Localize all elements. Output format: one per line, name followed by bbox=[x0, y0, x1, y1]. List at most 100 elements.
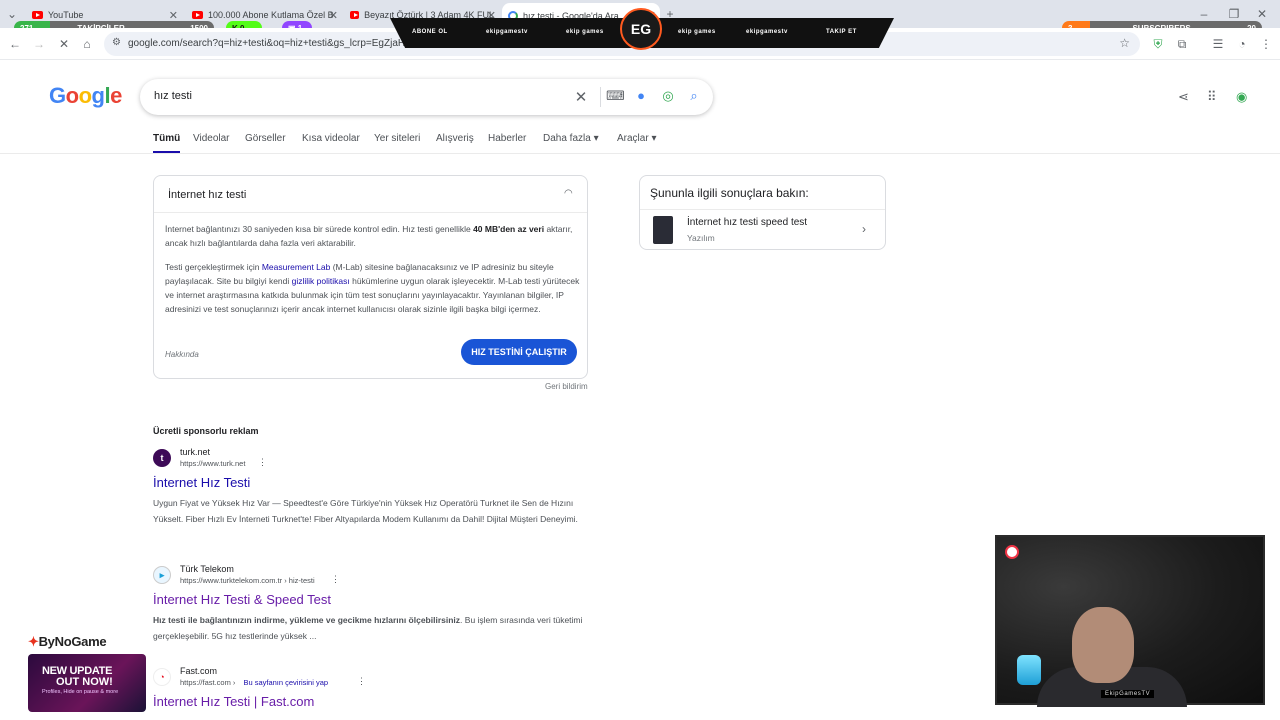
banner-item: TAKIP ET bbox=[826, 29, 857, 35]
tab-shopping[interactable]: Alışveriş bbox=[436, 133, 474, 144]
forward-icon[interactable]: → bbox=[31, 36, 47, 52]
app-thumbnail[interactable] bbox=[653, 216, 673, 244]
header-divider bbox=[0, 153, 1280, 154]
site-info-icon[interactable]: ⚙ bbox=[112, 37, 121, 48]
close-icon[interactable]: ✕ bbox=[169, 9, 178, 22]
tab-news[interactable]: Haberler bbox=[488, 133, 526, 144]
search-input[interactable]: hız testi bbox=[154, 90, 192, 102]
chevron-right-icon[interactable]: › bbox=[862, 222, 866, 236]
youtube-icon bbox=[350, 11, 360, 19]
result-title[interactable]: İnternet Hız Testi & Speed Test bbox=[153, 592, 331, 607]
mic-icon[interactable]: ● bbox=[633, 88, 649, 103]
tab-search-icon[interactable]: ⌄ bbox=[4, 6, 20, 22]
apps-grid-icon[interactable]: ⠿ bbox=[1207, 89, 1217, 105]
extensions-icon[interactable]: ⧉ bbox=[1174, 36, 1190, 52]
lamp-shape bbox=[1017, 655, 1041, 685]
media-icon[interactable]: ☰ bbox=[1210, 36, 1226, 52]
result-site[interactable]: Fast.com bbox=[180, 666, 217, 676]
tab-videos[interactable]: Videolar bbox=[193, 133, 230, 144]
divider bbox=[600, 87, 601, 107]
reload-icon[interactable]: ✕ bbox=[56, 36, 72, 52]
bynogame-logo: ✦ByNoGame bbox=[28, 634, 107, 650]
lens-icon[interactable]: ◎ bbox=[660, 88, 676, 104]
keyboard-icon[interactable]: ⌨ bbox=[606, 88, 625, 104]
related-item-type: Yazılım bbox=[687, 233, 715, 243]
adblock-shield-icon[interactable]: ⛨ bbox=[1150, 36, 1166, 52]
promo-line: OUT NOW! bbox=[56, 676, 113, 688]
search-box[interactable]: hız testi ✕ ⌨ ● ◎ ⌕ bbox=[140, 79, 713, 115]
wifi-icon: ◠ bbox=[564, 188, 573, 199]
banner-item: ekipgamestv bbox=[746, 29, 788, 35]
speed-test-card: İnternet hız testi ◠ İnternet bağlantını… bbox=[153, 175, 588, 379]
about-link[interactable]: Hakkında bbox=[165, 350, 199, 359]
stream-badge-icon bbox=[1005, 545, 1019, 559]
window-close-icon[interactable]: ✕ bbox=[1254, 6, 1270, 22]
result-title[interactable]: İnternet Hız Testi | Fast.com bbox=[153, 694, 314, 709]
turknet-favicon: t bbox=[153, 449, 171, 467]
tab-tools[interactable]: Araçlar ▾ bbox=[617, 133, 656, 144]
tab-title: 100.000 Abone Kutlama Özel B bbox=[208, 10, 334, 20]
divider bbox=[640, 209, 885, 210]
feedback-link[interactable]: Geri bildirim bbox=[545, 382, 588, 391]
related-item-name[interactable]: İnternet hız testi speed test bbox=[687, 217, 807, 228]
run-speed-test-button[interactable]: HIZ TESTİNİ ÇALIŞTIR bbox=[461, 339, 577, 365]
result-title[interactable]: İnternet Hız Testi bbox=[153, 475, 250, 490]
search-icon[interactable]: ⌕ bbox=[686, 88, 702, 104]
bynogame-mark-icon: ✦ bbox=[28, 634, 39, 649]
turktelekom-favicon: ▸ bbox=[153, 566, 171, 584]
text: Testi gerçekleştirmek için bbox=[165, 262, 262, 272]
banner-item: ABONE OL bbox=[412, 29, 448, 35]
measurement-lab-link[interactable]: Measurement Lab bbox=[262, 262, 331, 272]
webcam-overlay: EkipGamesTV bbox=[995, 535, 1265, 707]
tab-places[interactable]: Yer siteleri bbox=[374, 133, 420, 144]
bookmark-star-icon[interactable]: ☆ bbox=[1119, 36, 1130, 50]
card-description: İnternet bağlantınızı 30 saniyeden kısa … bbox=[165, 222, 580, 250]
search-result: ▸ Türk Telekom https://www.turktelekom.c… bbox=[153, 564, 593, 646]
result-snippet: Hız testi ile bağlantınızın indirme, yük… bbox=[153, 613, 593, 644]
tab-images[interactable]: Görseller bbox=[245, 133, 286, 144]
stream-logo: EG bbox=[620, 8, 662, 50]
clear-icon[interactable]: ✕ bbox=[573, 88, 589, 106]
translate-link[interactable]: Bu sayfanın çevirisini yap bbox=[243, 678, 328, 687]
more-options-icon[interactable]: ⋮ bbox=[331, 574, 340, 585]
text-bold: 40 MB'den az veri bbox=[473, 224, 545, 234]
tab-all[interactable]: Tümü bbox=[153, 133, 181, 154]
banner-item: ekipgamestv bbox=[486, 29, 528, 35]
more-options-icon[interactable]: ⋮ bbox=[357, 676, 366, 687]
privacy-policy-link[interactable]: gizlilik politikası bbox=[292, 276, 350, 286]
logo-letter: o bbox=[78, 83, 92, 108]
minimize-icon[interactable]: – bbox=[1196, 6, 1212, 22]
result-url[interactable]: https://www.turktelekom.com.tr › hiz-tes… bbox=[180, 576, 315, 585]
youtube-icon bbox=[192, 11, 203, 19]
back-icon[interactable]: ← bbox=[7, 36, 23, 52]
related-title: Şununla ilgili sonuçlara bakın: bbox=[650, 186, 809, 200]
logo-letter: G bbox=[49, 83, 66, 108]
maximize-icon[interactable]: ❐ bbox=[1226, 6, 1242, 22]
card-title: İnternet hız testi bbox=[168, 189, 247, 201]
related-panel: Şununla ilgili sonuçlara bakın: İnternet… bbox=[639, 175, 886, 250]
result-url[interactable]: https://www.turk.net bbox=[180, 459, 245, 468]
result-url[interactable]: https://fast.com › Bu sayfanın çevirisini… bbox=[180, 678, 328, 687]
search-result: ◔ Fast.com https://fast.com › Bu sayfanın… bbox=[153, 666, 593, 720]
tab-short-videos[interactable]: Kısa videolar bbox=[302, 133, 360, 144]
share-icon[interactable]: ⋖ bbox=[1178, 89, 1189, 105]
promo-banner: NEW UPDATE OUT NOW! Profiles, Hide on pa… bbox=[28, 654, 146, 712]
menu-icon[interactable]: ⋮ bbox=[1258, 36, 1274, 52]
home-icon[interactable]: ⌂ bbox=[79, 36, 95, 52]
card-privacy-note: Testi gerçekleştirmek için Measurement L… bbox=[165, 260, 580, 316]
tab-title: YouTube bbox=[48, 10, 84, 20]
tab-more[interactable]: Daha fazla ▾ bbox=[543, 133, 599, 144]
text-bold: Hız testi ile bağlantınızın indirme, yük… bbox=[153, 615, 461, 625]
result-site[interactable]: Türk Telekom bbox=[180, 564, 234, 574]
profile-icon[interactable]: ◔ bbox=[1234, 36, 1250, 52]
account-icon[interactable]: ◉ bbox=[1236, 89, 1247, 105]
result-snippet: Uygun Fiyat ve Yüksek Hız Var — Speedtes… bbox=[153, 498, 578, 524]
google-logo[interactable]: Google bbox=[49, 83, 122, 109]
more-options-icon[interactable]: ⋮ bbox=[258, 457, 267, 468]
logo-letter: o bbox=[65, 83, 79, 108]
url-text: https://fast.com › bbox=[180, 678, 236, 687]
result-site[interactable]: turk.net bbox=[180, 447, 210, 457]
close-icon[interactable]: ✕ bbox=[329, 9, 338, 22]
logo-letter: g bbox=[91, 83, 105, 108]
banner-item: ekip games bbox=[678, 29, 716, 35]
